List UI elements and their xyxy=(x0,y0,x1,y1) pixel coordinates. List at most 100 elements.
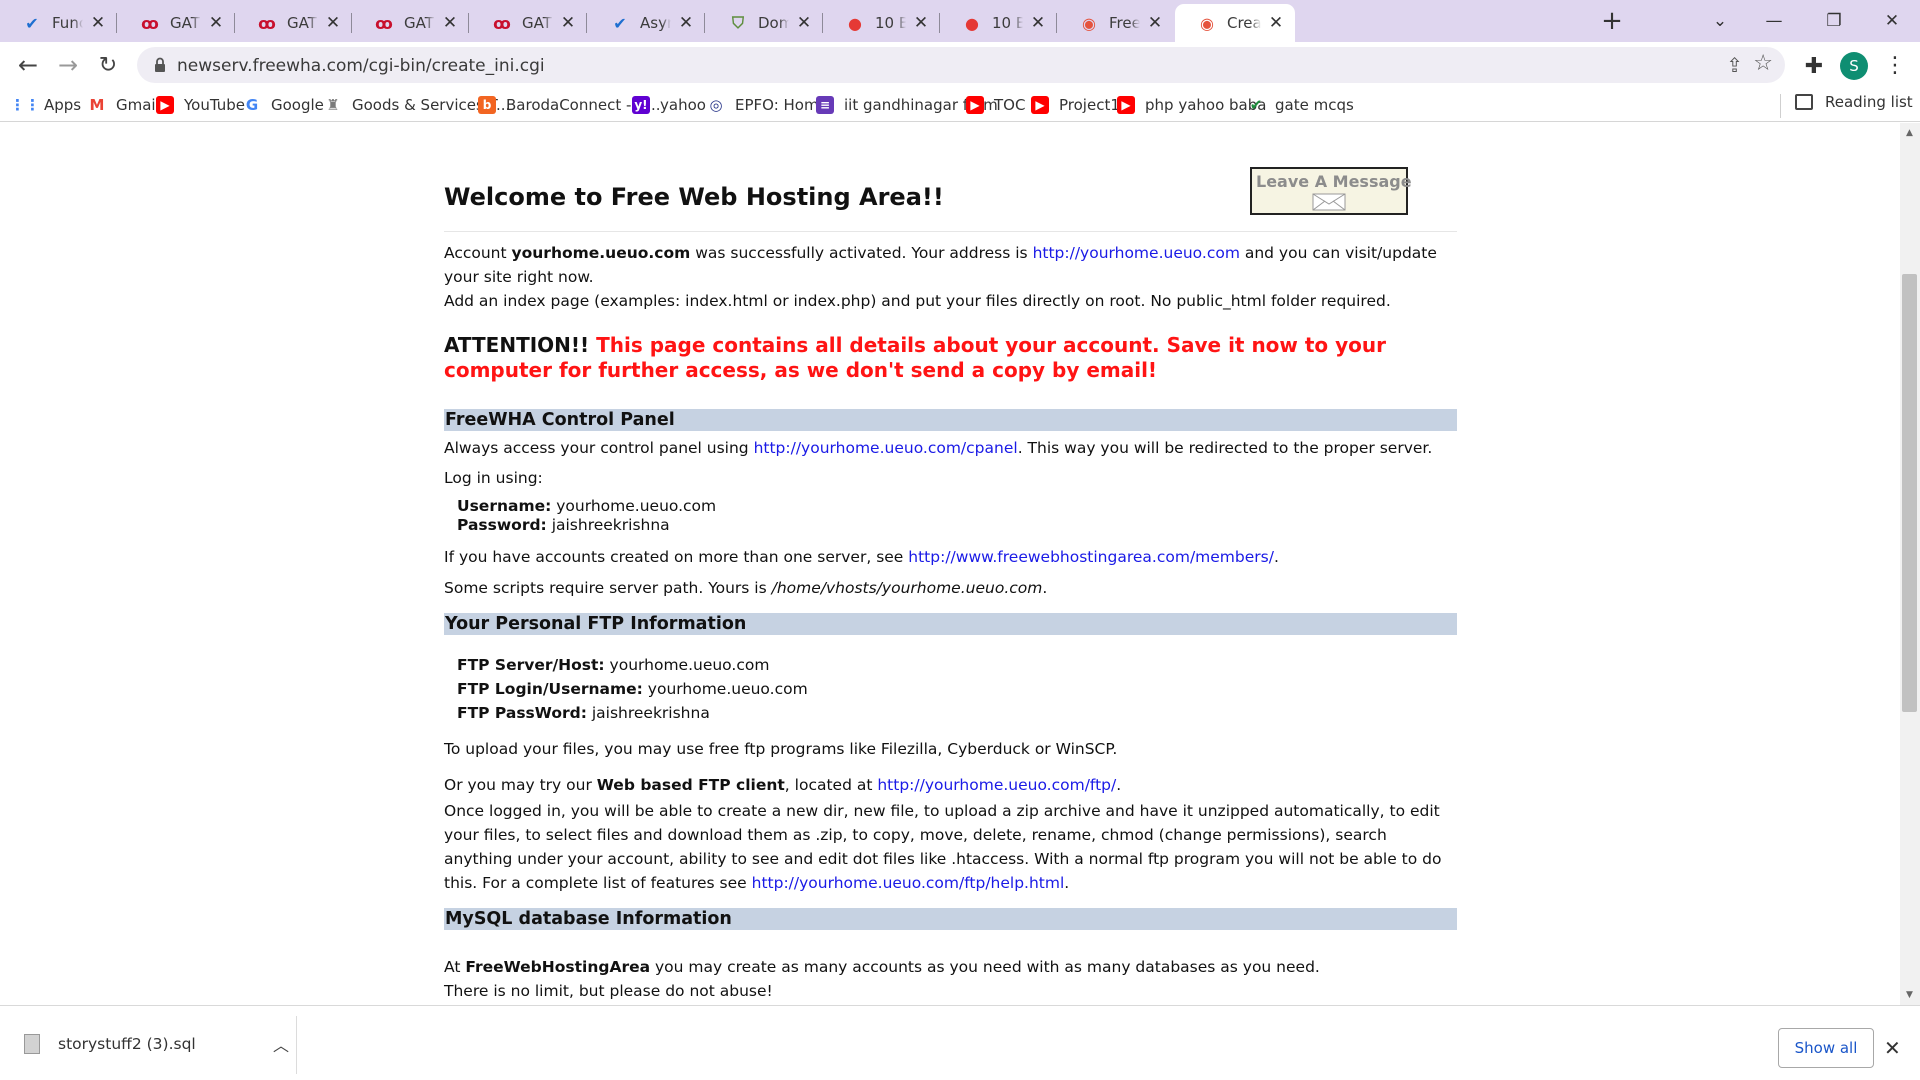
tab-close-icon[interactable]: ✕ xyxy=(559,13,577,33)
tab-title: Free Web xyxy=(1109,14,1140,32)
reload-icon[interactable]: ↻ xyxy=(92,49,124,81)
site-address-link[interactable]: http://yourhome.ueuo.com xyxy=(1033,244,1240,262)
tab-close-icon[interactable]: ✕ xyxy=(1029,13,1047,33)
back-arrow-icon[interactable]: ← xyxy=(12,49,44,81)
scroll-up-arrow-icon[interactable]: ▲ xyxy=(1906,128,1913,138)
bookmark-item[interactable]: ▶ TOC xyxy=(966,93,1025,117)
browser-tab[interactable]: ◉ Create yo ✕ xyxy=(1175,4,1295,42)
flame-icon: ● xyxy=(848,13,862,33)
bookmark-item[interactable]: ▶ Project1 xyxy=(1031,93,1120,117)
profile-avatar[interactable]: S xyxy=(1840,52,1868,80)
scrollbar-thumb[interactable] xyxy=(1902,274,1917,712)
browser-tab[interactable]: ● 10 Best Fr ✕ xyxy=(940,4,1057,42)
cpanel-access-text: Always access your control panel using h… xyxy=(444,439,1433,457)
page-title: Welcome to Free Web Hosting Area!! xyxy=(444,183,944,211)
show-all-button[interactable]: Show all xyxy=(1778,1028,1874,1068)
share-icon[interactable]: ⇪ xyxy=(1726,53,1743,77)
section-heading-ftp: Your Personal FTP Information xyxy=(444,613,1457,635)
tab-close-icon[interactable]: ✕ xyxy=(1146,13,1164,33)
tab-close-icon[interactable]: ✕ xyxy=(207,13,225,33)
tab-close-icon[interactable]: ✕ xyxy=(324,13,342,33)
youtube-icon: ▶ xyxy=(1117,96,1135,114)
tab-title: GATE IT 2 xyxy=(170,14,201,32)
reading-list-icon xyxy=(1795,94,1813,110)
leave-message-button[interactable]: Leave A Message xyxy=(1250,167,1412,215)
leave-message-label: Leave A Message xyxy=(1256,172,1412,191)
tab-separator xyxy=(468,13,469,33)
checkmark-icon: ✔ xyxy=(613,13,627,33)
tab-title: 10 Best Fr xyxy=(875,14,906,32)
reading-list-button[interactable]: Reading list xyxy=(1795,93,1913,111)
apps-grid-icon: ⋮⋮ xyxy=(10,96,40,114)
browser-tab[interactable]: ꝏ GATE IT 2 ✕ xyxy=(352,4,469,42)
attention-notice: ATTENTION!! This page contains all detai… xyxy=(444,333,1457,383)
browser-tab[interactable]: ꝏ GATE CSE ✕ xyxy=(470,4,587,42)
address-bar[interactable]: newserv.freewha.com/cgi-bin/create_ini.c… xyxy=(137,47,1785,83)
bookmark-item[interactable]: ▶ YouTube xyxy=(156,93,245,117)
web-page: Welcome to Free Web Hosting Area!! Leave… xyxy=(0,123,1900,1005)
ftp-help-link[interactable]: http://yourhome.ueuo.com/ftp/help.html xyxy=(752,874,1065,892)
browser-tab[interactable]: ꝏ GATE IT 2 ✕ xyxy=(235,4,352,42)
tab-close-icon[interactable]: ✕ xyxy=(1267,13,1285,33)
forward-arrow-icon[interactable]: → xyxy=(52,49,84,81)
browser-tab[interactable]: ✔ Asymptot ✕ xyxy=(588,4,705,42)
login-using-text: Log in using: xyxy=(444,469,543,487)
file-icon xyxy=(24,1034,40,1054)
download-item[interactable]: storystuff2 (3).sql ︿ xyxy=(24,1028,289,1060)
close-icon[interactable]: ✕ xyxy=(1884,1036,1901,1060)
tab-title: Create yo xyxy=(1227,14,1261,32)
gate-overflow-icon: ꝏ xyxy=(375,13,393,33)
tab-search-chevron-icon[interactable]: ⌄ xyxy=(1690,0,1750,42)
flame-icon: ● xyxy=(965,13,979,33)
bookmark-star-icon[interactable]: ☆ xyxy=(1753,51,1773,76)
bookmark-label: YouTube xyxy=(184,96,245,114)
bookmark-item[interactable]: ▶ php yahoo baba xyxy=(1117,93,1266,117)
tab-title: 10 Best Fr xyxy=(992,14,1023,32)
attention-label: ATTENTION!! xyxy=(444,333,590,357)
server-path: /home/vhosts/yourhome.ueuo.com xyxy=(771,579,1043,597)
ftp-login: yourhome.ueuo.com xyxy=(642,680,808,698)
restore-button[interactable]: ❐ xyxy=(1804,0,1864,42)
browser-tab[interactable]: ⛉ Domain N ✕ xyxy=(706,4,823,42)
bookmarks-bar: ⋮⋮ Apps M Gmail ▶ YouTube G Google ♜ Goods & Serv… xyxy=(0,88,1920,122)
cpanel-link[interactable]: http://yourhome.ueuo.com/cpanel xyxy=(754,439,1018,457)
tab-close-icon[interactable]: ✕ xyxy=(912,13,930,33)
browser-tab[interactable]: ● 10 Best Fr ✕ xyxy=(823,4,940,42)
index-note: Add an index page (examples: index.html … xyxy=(444,292,1391,310)
tab-close-icon[interactable]: ✕ xyxy=(677,13,695,33)
new-tab-button[interactable]: + xyxy=(1598,6,1626,36)
browser-tab[interactable]: ✔ Function ✕ xyxy=(0,4,117,42)
bookmark-label: yahoo xyxy=(660,96,706,114)
divider xyxy=(444,231,1457,232)
scroll-down-arrow-icon[interactable]: ▼ xyxy=(1906,990,1913,1000)
tab-close-icon[interactable]: ✕ xyxy=(89,13,107,33)
cpanel-credentials: Username: yourhome.ueuo.com Password: ja… xyxy=(457,497,717,534)
web-ftp-text: Or you may try our Web based FTP client,… xyxy=(444,776,1122,794)
account-name: yourhome.ueuo.com xyxy=(511,244,691,262)
tab-separator xyxy=(116,13,117,33)
tab-title: Asymptot xyxy=(640,14,671,32)
youtube-icon: ▶ xyxy=(156,96,174,114)
bookmark-item[interactable]: ⋮⋮ Apps xyxy=(10,93,81,117)
download-file-name: storystuff2 (3).sql xyxy=(58,1035,196,1053)
extensions-puzzle-icon[interactable]: ✚ xyxy=(1798,50,1830,82)
members-link[interactable]: http://www.freewebhostingarea.com/member… xyxy=(908,548,1274,566)
minimize-button[interactable]: — xyxy=(1744,0,1804,42)
bookmark-item[interactable]: ◎ EPFO: Home xyxy=(707,93,827,117)
browser-tab[interactable]: ꝏ GATE IT 2 ✕ xyxy=(118,4,235,42)
bookmark-label: Project1 xyxy=(1059,96,1120,114)
shopify-icon: ⛉ xyxy=(731,13,744,32)
bookmark-item[interactable]: y! yahoo xyxy=(632,93,706,117)
chrome-menu-icon[interactable]: ⋮ xyxy=(1880,50,1910,82)
browser-tab[interactable]: ◉ Free Web ✕ xyxy=(1057,4,1174,42)
chevron-up-icon[interactable]: ︿ xyxy=(273,1032,289,1056)
bookmark-label: gate mcqs xyxy=(1275,96,1354,114)
close-window-button[interactable]: ✕ xyxy=(1862,0,1920,42)
bookmark-item[interactable]: M Gmail xyxy=(88,93,160,117)
bookmark-item[interactable]: G Google xyxy=(243,93,324,117)
tab-close-icon[interactable]: ✕ xyxy=(441,13,459,33)
intro-paragraph: Account yourhome.ueuo.com was successful… xyxy=(444,244,1437,310)
bookmark-item[interactable]: ✔ gate mcqs xyxy=(1247,93,1354,117)
tab-close-icon[interactable]: ✕ xyxy=(795,13,813,33)
web-ftp-link[interactable]: http://yourhome.ueuo.com/ftp/ xyxy=(877,776,1116,794)
